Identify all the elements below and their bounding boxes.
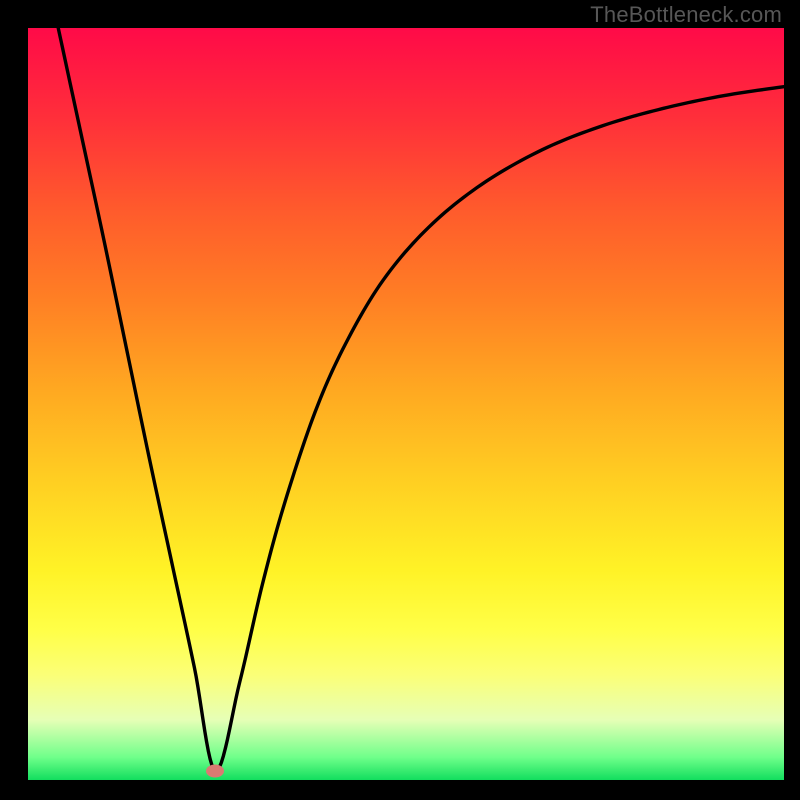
curve-svg	[28, 28, 784, 780]
minimum-marker	[206, 764, 224, 777]
chart-frame: TheBottleneck.com	[0, 0, 800, 800]
watermark-text: TheBottleneck.com	[590, 2, 782, 28]
plot-area	[28, 28, 784, 780]
bottleneck-curve-path	[58, 28, 784, 771]
